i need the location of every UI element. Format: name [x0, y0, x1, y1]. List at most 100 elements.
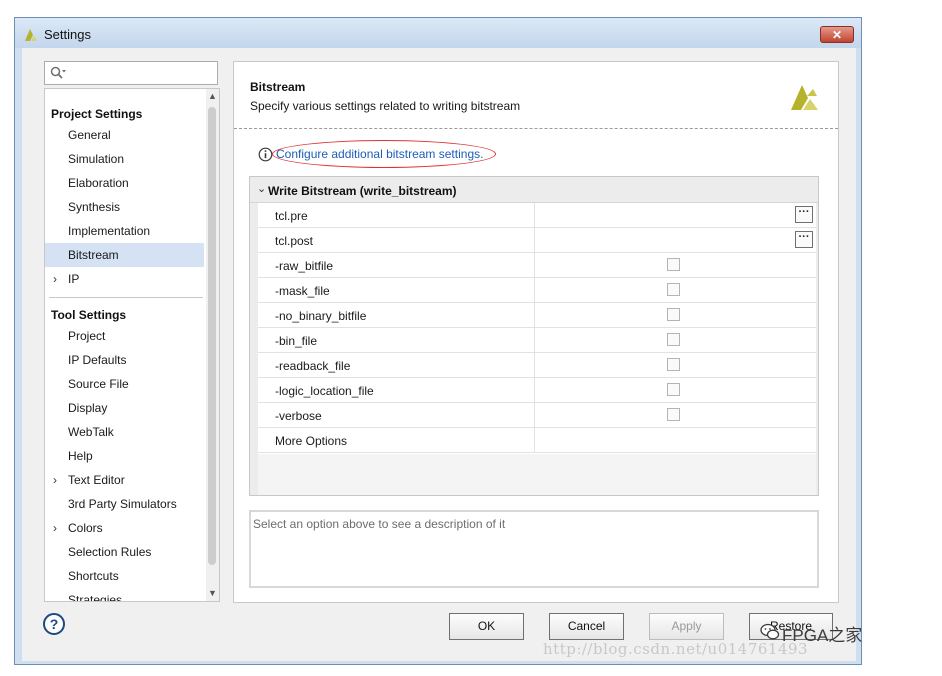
option-row-mask-file[interactable]: -mask_file	[258, 278, 816, 303]
sidebar-item-label: Text Editor	[68, 473, 125, 487]
sidebar-item-3rd-party-simulators[interactable]: 3rd Party Simulators	[45, 492, 204, 516]
sidebar-item-label: Strategies	[68, 593, 123, 602]
column-separator	[534, 378, 535, 402]
option-label: -logic_location_file	[275, 384, 374, 398]
table-edge	[816, 203, 818, 495]
ok-button[interactable]: OK	[449, 613, 524, 640]
sidebar-item-label: Synthesis	[68, 200, 121, 214]
column-separator	[534, 403, 535, 427]
tool-settings-header: Tool Settings	[51, 308, 127, 322]
sidebar-item-label: Shortcuts	[68, 569, 119, 583]
help-icon[interactable]: ?	[43, 613, 65, 635]
option-label: tcl.pre	[275, 209, 308, 223]
sidebar-scrollbar[interactable]: ▲ ▼	[206, 89, 219, 601]
apply-button[interactable]: Apply	[649, 613, 724, 640]
sidebar-item-display[interactable]: Display	[45, 396, 204, 420]
sidebar-item-label: Elaboration	[68, 176, 129, 190]
sidebar-item-label: Bitstream	[68, 248, 119, 262]
option-row-logic-location-file[interactable]: -logic_location_file	[258, 378, 816, 403]
sidebar-item-label: Implementation	[68, 224, 151, 238]
bitstream-panel: Bitstream Specify various settings relat…	[233, 61, 839, 603]
chevron-right-icon[interactable]: ›	[53, 516, 57, 540]
option-row-raw-bitfile[interactable]: -raw_bitfile	[258, 253, 816, 278]
sidebar-item-label: IP	[68, 272, 80, 286]
sidebar-item-simulation[interactable]: Simulation	[45, 147, 204, 171]
column-separator	[534, 328, 535, 352]
sidebar-item-label: 3rd Party Simulators	[68, 497, 177, 511]
option-row-tcl-post[interactable]: tcl.post ···	[258, 228, 816, 253]
column-separator	[534, 353, 535, 377]
description-placeholder: Select an option above to see a descript…	[253, 517, 506, 531]
settings-tree: Project Settings General Simulation Elab…	[44, 88, 220, 602]
sidebar-item-label: WebTalk	[68, 425, 114, 439]
scroll-down-icon[interactable]: ▼	[207, 587, 218, 599]
dialog-body: Project Settings General Simulation Elab…	[22, 48, 856, 661]
sidebar-item-strategies[interactable]: Strategies	[45, 588, 204, 602]
sidebar-item-text-editor[interactable]: › Text Editor	[45, 468, 204, 492]
chevron-right-icon[interactable]: ›	[53, 468, 57, 492]
column-separator	[534, 278, 535, 302]
sidebar-item-webtalk[interactable]: WebTalk	[45, 420, 204, 444]
option-row-bin-file[interactable]: -bin_file	[258, 328, 816, 353]
option-label: More Options	[275, 434, 348, 448]
option-row-tcl-pre[interactable]: tcl.pre ···	[258, 203, 816, 228]
option-row-no-binary-bitfile[interactable]: -no_binary_bitfile	[258, 303, 816, 328]
column-separator	[534, 428, 535, 452]
sidebar-item-label: Help	[68, 449, 93, 463]
section-divider	[49, 297, 203, 298]
chevron-right-icon[interactable]: ›	[53, 267, 57, 291]
sidebar-item-help[interactable]: Help	[45, 444, 204, 468]
header-divider	[234, 128, 838, 129]
sidebar-item-colors[interactable]: › Colors	[45, 516, 204, 540]
column-separator	[534, 253, 535, 277]
search-input[interactable]	[44, 61, 218, 85]
option-label: -bin_file	[275, 334, 318, 348]
page-subtitle: Specify various settings related to writ…	[250, 99, 521, 113]
sidebar-item-elaboration[interactable]: Elaboration	[45, 171, 204, 195]
option-label: tcl.post	[275, 234, 314, 248]
close-button[interactable]: ✕	[820, 26, 854, 43]
sidebar-item-label: Project	[68, 329, 106, 343]
cancel-button[interactable]: Cancel	[549, 613, 624, 640]
option-checkbox[interactable]	[667, 408, 680, 421]
option-checkbox[interactable]	[667, 333, 680, 346]
option-row-more-options[interactable]: More Options	[258, 428, 816, 453]
scrollbar-thumb[interactable]	[208, 107, 216, 565]
window-title: Settings	[44, 27, 91, 42]
chevron-down-icon[interactable]: ⌄	[257, 182, 266, 195]
sidebar-item-synthesis[interactable]: Synthesis	[45, 195, 204, 219]
title-bar: Settings ✕	[15, 18, 861, 48]
page-title: Bitstream	[250, 80, 306, 94]
option-checkbox[interactable]	[667, 283, 680, 296]
sidebar-item-implementation[interactable]: Implementation	[45, 219, 204, 243]
project-settings-header: Project Settings	[51, 107, 143, 121]
sidebar-item-label: Simulation	[68, 152, 125, 166]
scroll-up-icon[interactable]: ▲	[207, 90, 218, 102]
option-checkbox[interactable]	[667, 308, 680, 321]
sidebar-item-shortcuts[interactable]: Shortcuts	[45, 564, 204, 588]
option-label: -no_binary_bitfile	[275, 309, 367, 323]
browse-button[interactable]: ···	[795, 231, 813, 248]
sidebar-item-label: Display	[68, 401, 108, 415]
sidebar-item-general[interactable]: General	[45, 123, 204, 147]
watermark-brand: FPGA之家	[782, 626, 863, 645]
sidebar-item-label: IP Defaults	[68, 353, 127, 367]
table-empty-area	[258, 454, 816, 495]
column-separator	[534, 303, 535, 327]
option-checkbox[interactable]	[667, 258, 680, 271]
option-row-readback-file[interactable]: -readback_file	[258, 353, 816, 378]
sidebar-item-project[interactable]: Project	[45, 324, 204, 348]
sidebar-item-bitstream[interactable]: Bitstream	[45, 243, 204, 267]
sidebar-item-selection-rules[interactable]: Selection Rules	[45, 540, 204, 564]
option-checkbox[interactable]	[667, 383, 680, 396]
option-label: -mask_file	[275, 284, 330, 298]
option-label: -readback_file	[275, 359, 351, 373]
xilinx-logo-icon	[25, 29, 37, 41]
sidebar-item-source-file[interactable]: Source File	[45, 372, 204, 396]
group-header[interactable]: ⌄ Write Bitstream (write_bitstream)	[250, 177, 818, 203]
option-row-verbose[interactable]: -verbose	[258, 403, 816, 428]
sidebar-item-ip[interactable]: › IP	[45, 267, 204, 291]
sidebar-item-ip-defaults[interactable]: IP Defaults	[45, 348, 204, 372]
option-checkbox[interactable]	[667, 358, 680, 371]
browse-button[interactable]: ···	[795, 206, 813, 223]
